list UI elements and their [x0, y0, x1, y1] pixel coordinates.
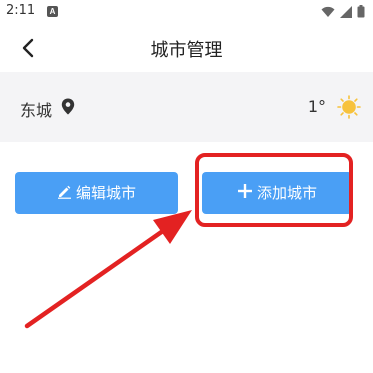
city-list-item[interactable]: 东城 1°	[0, 72, 373, 142]
status-time: 2:11	[6, 3, 36, 18]
add-city-button[interactable]: 添加城市	[202, 172, 352, 214]
edit-city-button[interactable]: 编辑城市	[15, 172, 178, 214]
pencil-icon	[57, 184, 72, 203]
add-city-label: 添加城市	[256, 183, 317, 202]
city-management-screen: 2:11 A 城市管理 东城 1° 编辑城市 添加城市	[0, 0, 373, 373]
sun-icon	[337, 95, 361, 123]
notification-app-icon: A	[47, 6, 58, 17]
location-pin-icon	[61, 98, 75, 119]
battery-icon	[357, 5, 365, 18]
page-title: 城市管理	[150, 40, 223, 61]
city-name: 东城	[20, 101, 53, 120]
signal-icon	[340, 5, 352, 18]
edit-city-label: 编辑城市	[75, 183, 136, 202]
plus-icon	[237, 183, 253, 203]
app-header: 城市管理	[0, 26, 373, 72]
status-icons	[321, 5, 365, 18]
wifi-icon	[321, 6, 335, 18]
temperature-value: 1°	[307, 97, 326, 116]
status-bar: 2:11 A	[0, 0, 373, 26]
